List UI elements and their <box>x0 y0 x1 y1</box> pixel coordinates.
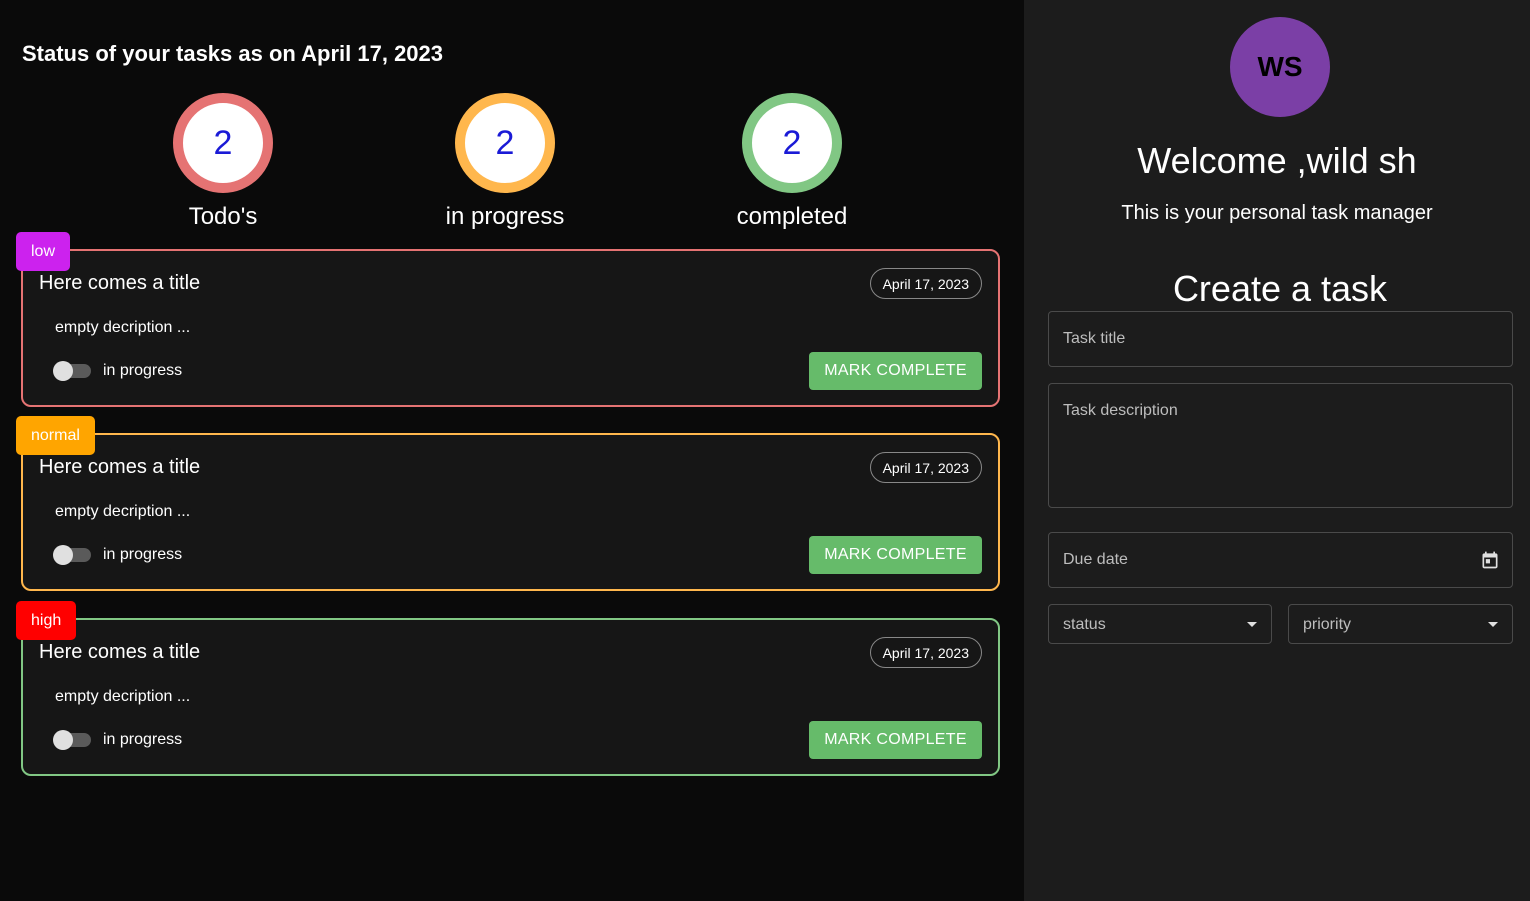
stat-in-progress: 2 in progress <box>405 93 605 231</box>
task-title: Here comes a title <box>39 641 201 663</box>
status-heading: Status of your tasks as on April 17, 202… <box>22 41 444 66</box>
in-progress-count: 2 <box>495 123 515 162</box>
toggle-label: in progress <box>103 362 183 379</box>
todo-label: Todo's <box>188 203 258 230</box>
task-title: Here comes a title <box>39 456 201 478</box>
task-date-chip: April 17, 2023 <box>869 637 982 668</box>
toggle-thumb <box>53 545 73 565</box>
priority-tag: high <box>16 601 77 640</box>
todo-count-ring: 2 <box>173 93 273 193</box>
completed-count: 2 <box>782 123 802 162</box>
task-title: Here comes a title <box>39 272 201 294</box>
priority-placeholder: priority <box>1303 616 1352 633</box>
completed-count-ring: 2 <box>742 93 842 193</box>
task-card: normal Here comes a title April 17, 2023… <box>16 416 1000 591</box>
task-date-chip: April 17, 2023 <box>869 452 982 483</box>
task-description: empty decription ... <box>55 503 191 520</box>
avatar[interactable]: WS <box>1230 17 1330 117</box>
create-task-heading: Create a task <box>1172 268 1388 309</box>
task-card: high Here comes a title April 17, 2023 e… <box>16 601 1000 776</box>
in-progress-toggle[interactable] <box>53 361 93 381</box>
status-placeholder: status <box>1063 616 1106 633</box>
task-title-placeholder: Task title <box>1063 330 1126 347</box>
in-progress-toggle[interactable] <box>53 730 93 750</box>
toggle-label: in progress <box>103 731 183 748</box>
priority-select[interactable]: priority <box>1288 604 1513 644</box>
due-date-placeholder: Due date <box>1063 551 1128 568</box>
todo-count: 2 <box>213 123 233 162</box>
status-select[interactable]: status <box>1048 604 1272 644</box>
calendar-icon[interactable] <box>1480 550 1500 570</box>
in-progress-toggle[interactable] <box>53 545 93 565</box>
task-description-placeholder: Task description <box>1063 402 1178 419</box>
toggle-thumb <box>53 730 73 750</box>
mark-complete-button[interactable]: MARK COMPLETE <box>809 352 982 390</box>
chevron-down-icon <box>1247 622 1257 627</box>
task-card: low Here comes a title April 17, 2023 em… <box>16 232 1000 407</box>
task-description: empty decription ... <box>55 688 191 705</box>
task-description-field[interactable]: Task description <box>1048 383 1513 508</box>
mark-complete-button[interactable]: MARK COMPLETE <box>809 721 982 759</box>
mark-complete-button[interactable]: MARK COMPLETE <box>809 536 982 574</box>
task-title-field[interactable]: Task title <box>1048 311 1513 367</box>
stat-todo: 2 Todo's <box>123 93 323 231</box>
priority-tag: normal <box>16 416 95 455</box>
task-description: empty decription ... <box>55 319 191 336</box>
dashboard-panel: Status of your tasks as on April 17, 202… <box>0 0 1024 901</box>
priority-tag: low <box>16 232 71 271</box>
subtitle: This is your personal task manager <box>1121 202 1433 224</box>
toggle-thumb <box>53 361 73 381</box>
create-task-panel: WS Welcome ,wild sh This is your persona… <box>1024 0 1530 901</box>
in-progress-label: in progress <box>445 203 565 230</box>
due-date-field[interactable]: Due date <box>1048 532 1513 588</box>
completed-label: completed <box>736 203 848 230</box>
in-progress-count-ring: 2 <box>455 93 555 193</box>
welcome-text: Welcome ,wild sh <box>1137 140 1417 181</box>
chevron-down-icon <box>1488 622 1498 627</box>
toggle-label: in progress <box>103 546 183 563</box>
stat-completed: 2 completed <box>692 93 892 231</box>
task-date-chip: April 17, 2023 <box>869 268 982 299</box>
